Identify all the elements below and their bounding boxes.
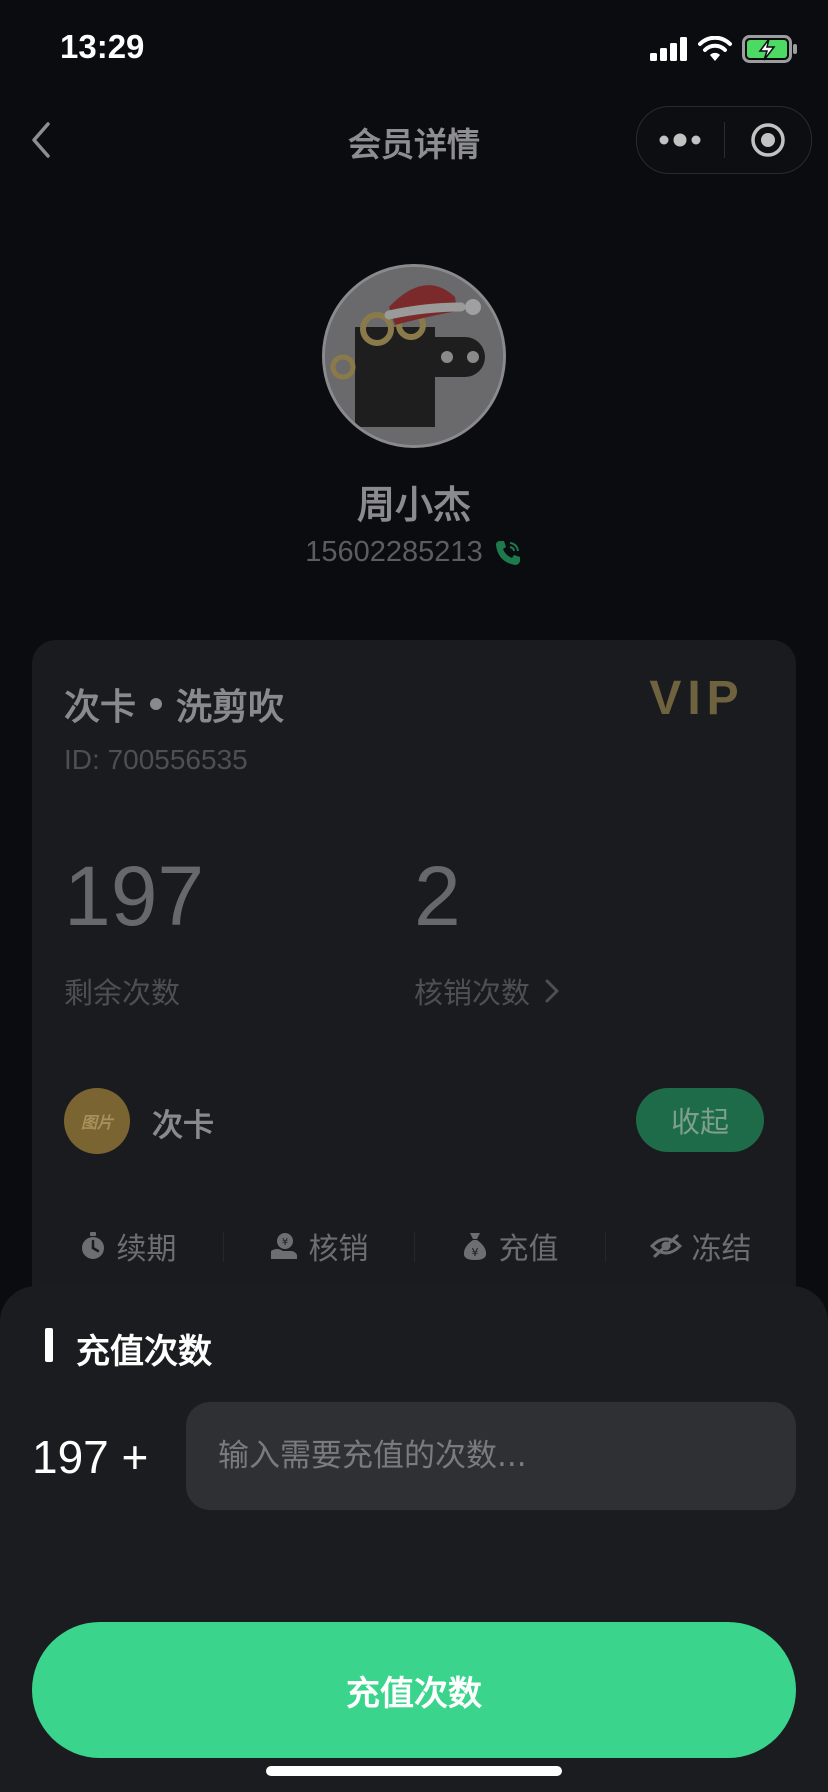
card-id: ID: 700556535 [64,744,248,776]
card-title: 次卡 洗剪吹 [64,678,284,730]
used-count-value: 2 [414,849,461,943]
card-type-label: 次卡 [152,1108,214,1144]
action-freeze[interactable]: 冻结 [605,1224,796,1268]
collapse-button[interactable]: 收起 [636,1088,764,1152]
member-phone: 15602285213 [305,536,483,568]
card-actions: 续期 ¥ 核销 ¥ 充值 冻结 [32,1224,796,1268]
home-indicator [266,1766,562,1776]
signal-icon [650,37,687,61]
card-service-name: 洗剪吹 [176,687,285,728]
target-circle-icon [751,123,785,157]
status-icons [650,34,798,64]
phone-call-icon[interactable] [493,538,523,568]
chevron-right-icon [545,979,559,1003]
mini-program-capsule [636,106,812,174]
battery-charging-icon [742,35,797,63]
svg-text:VIP: VIP [649,674,744,720]
recharge-count-input[interactable] [186,1402,796,1510]
current-count-prefix: 197 + [32,1431,149,1483]
close-program-button[interactable] [725,107,812,173]
recharge-submit-button[interactable]: 充值次数 [32,1622,796,1758]
action-recharge-label: 充值 [498,1232,559,1267]
action-redeem-label: 核销 [308,1232,369,1267]
member-name: 周小杰 [356,483,471,527]
card-type-icon: 图片 [64,1088,130,1154]
action-redeem[interactable]: ¥ 核销 [223,1224,414,1268]
more-button[interactable] [637,107,724,173]
wifi-icon [698,36,732,61]
recharge-title: 充值次数 [76,1332,212,1372]
money-bag-icon: ¥ [463,1233,486,1260]
action-freeze-label: 冻结 [691,1232,752,1267]
remaining-label-text: 剩余次数 [64,976,181,1010]
stopwatch-icon [81,1232,104,1259]
more-dots-icon [659,133,701,147]
section-marker [45,1328,53,1362]
remaining-count-label: 剩余次数 [64,970,180,1012]
action-recharge[interactable]: ¥ 充值 [414,1224,605,1268]
svg-text:¥: ¥ [471,1246,478,1259]
status-time: 13:29 [60,28,145,65]
avatar-image [325,267,503,445]
used-count-link[interactable]: 核销次数 [414,970,560,1012]
eye-off-icon [649,1234,682,1258]
phone-row: 15602285213 [0,536,828,569]
card-type-name: 次卡 [64,687,137,728]
vip-badge: VIP [649,674,744,720]
action-renew-label: 续期 [116,1232,177,1267]
svg-text:¥: ¥ [281,1237,287,1248]
action-renew[interactable]: 续期 [32,1224,223,1268]
card-id-label: ID: [64,744,100,775]
title-separator-dot [150,698,163,710]
hand-coin-icon: ¥ [270,1233,297,1259]
used-label-text: 核销次数 [414,976,531,1010]
remaining-count-value: 197 [64,849,205,943]
avatar [322,264,506,448]
card-id-value: 700556535 [107,744,248,775]
